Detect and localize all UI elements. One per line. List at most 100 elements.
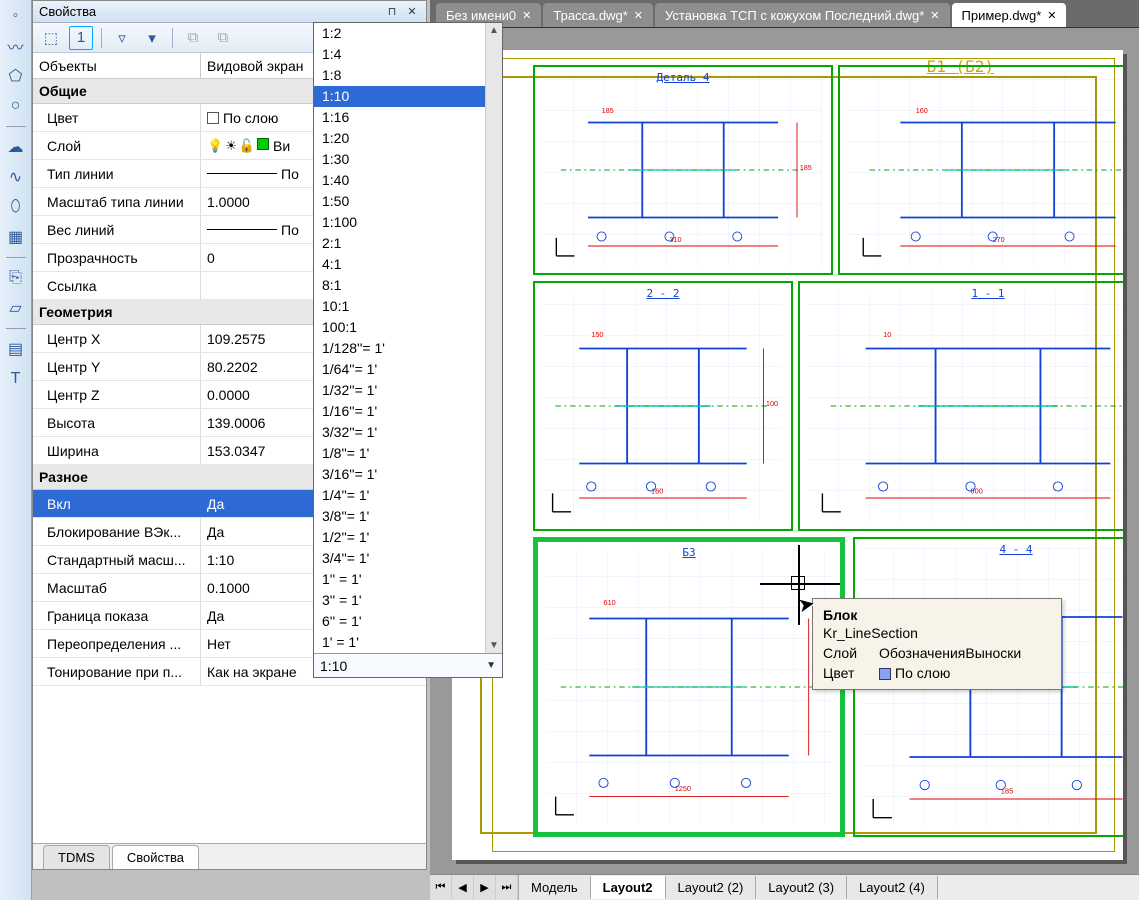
- nav-first-icon[interactable]: ⏮: [430, 875, 452, 900]
- nav-prev-icon[interactable]: ◀: [452, 875, 474, 900]
- svg-text:310: 310: [669, 235, 681, 244]
- scale-option[interactable]: 1:2: [314, 23, 502, 44]
- object-type-label: Объекты: [33, 53, 201, 78]
- scale-option[interactable]: 3/4''= 1': [314, 548, 502, 569]
- select-one-icon[interactable]: 1: [69, 26, 93, 50]
- color-swatch-icon: [207, 112, 219, 124]
- folder2-icon[interactable]: ⧉: [211, 26, 235, 50]
- scale-option[interactable]: 1/64''= 1': [314, 359, 502, 380]
- scale-option[interactable]: 1/128''= 1': [314, 338, 502, 359]
- tool-hatch-icon[interactable]: ▦: [4, 225, 28, 249]
- scale-option[interactable]: 1/8''= 1': [314, 443, 502, 464]
- tool-block-icon[interactable]: ⎘: [4, 266, 28, 290]
- layout-tab[interactable]: Layout2 (4): [847, 876, 938, 899]
- scrollbar[interactable]: [485, 23, 502, 653]
- tool-region-icon[interactable]: ▱: [4, 296, 28, 320]
- tool-cloud-icon[interactable]: ☁: [4, 135, 28, 159]
- pin-icon[interactable]: ⊓: [384, 5, 400, 19]
- close-icon[interactable]: ✕: [522, 9, 531, 22]
- tooltip-color-swatch-icon: [879, 668, 891, 680]
- close-icon[interactable]: ✕: [404, 5, 420, 19]
- scale-option[interactable]: 1:10: [314, 86, 502, 107]
- scale-option[interactable]: 2:1: [314, 233, 502, 254]
- tool-point-icon[interactable]: ◦: [4, 4, 28, 28]
- viewport[interactable]: 1 - 180033010: [798, 281, 1123, 531]
- tooltip-header: Блок: [823, 607, 1051, 623]
- entity-tooltip: Блок Kr_LineSection СлойОбозначенияВынос…: [812, 598, 1062, 690]
- tab-properties[interactable]: Свойства: [112, 845, 199, 869]
- left-tool-strip: ◦ 〰 ⬠ ○ ☁ ∿ ⬯ ▦ ⎘ ▱ ▤ T: [0, 0, 32, 900]
- tool-text-icon[interactable]: T: [4, 367, 28, 391]
- svg-text:610: 610: [604, 598, 616, 607]
- scale-dropdown[interactable]: 1:21:41:81:101:161:201:301:401:501:1002:…: [313, 22, 503, 678]
- scale-option[interactable]: 8:1: [314, 275, 502, 296]
- close-icon[interactable]: ✕: [634, 9, 643, 22]
- scale-option[interactable]: 3'' = 1': [314, 590, 502, 611]
- scale-option[interactable]: 6'' = 1': [314, 611, 502, 632]
- scale-option[interactable]: 1/4''= 1': [314, 485, 502, 506]
- close-icon[interactable]: ✕: [1047, 9, 1056, 22]
- scale-option[interactable]: 1:40: [314, 170, 502, 191]
- scale-option[interactable]: 3/32''= 1': [314, 422, 502, 443]
- scale-option[interactable]: 1/2''= 1': [314, 527, 502, 548]
- document-tabs: Без имени0✕Трасса.dwg*✕Установка ТСП с к…: [430, 0, 1139, 28]
- tab-tdms[interactable]: TDMS: [43, 845, 110, 869]
- svg-text:185: 185: [1001, 786, 1013, 795]
- panel-titlebar[interactable]: Свойства ⊓ ✕: [33, 1, 426, 23]
- scale-option[interactable]: 100:1: [314, 317, 502, 338]
- scale-option[interactable]: 1/32''= 1': [314, 380, 502, 401]
- doc-tab[interactable]: Трасса.dwg*✕: [543, 3, 653, 27]
- doc-tab[interactable]: Пример.dwg*✕: [952, 3, 1067, 27]
- scale-option[interactable]: 1:8: [314, 65, 502, 86]
- layout-nav: ⏮ ◀ ▶ ⏭: [430, 875, 519, 900]
- title-block-inner: Б1 (Б2) Деталь 43101851852705711602 - 21…: [492, 58, 1115, 852]
- scale-option[interactable]: 1'' = 1': [314, 569, 502, 590]
- nav-next-icon[interactable]: ▶: [474, 875, 496, 900]
- scale-option[interactable]: 1:20: [314, 128, 502, 149]
- close-icon[interactable]: ✕: [930, 9, 939, 22]
- tool-ellipse-icon[interactable]: ⬯: [4, 195, 28, 219]
- scale-option[interactable]: 10:1: [314, 296, 502, 317]
- doc-tab[interactable]: Установка ТСП с кожухом Последний.dwg*✕: [655, 3, 949, 27]
- scale-option[interactable]: 1:100: [314, 212, 502, 233]
- panel-bottom-tabs: TDMS Свойства: [33, 843, 426, 869]
- scale-option[interactable]: 1:4: [314, 44, 502, 65]
- layout-tab[interactable]: Layout2 (3): [756, 876, 847, 899]
- tool-table-icon[interactable]: ▤: [4, 337, 28, 361]
- scale-option[interactable]: 1:16: [314, 107, 502, 128]
- quick-select-icon[interactable]: ⬚: [39, 26, 63, 50]
- tooltip-name: Kr_LineSection: [823, 625, 1051, 641]
- scale-option[interactable]: 1/16''= 1': [314, 401, 502, 422]
- layout-tab[interactable]: Layout2 (2): [666, 876, 757, 899]
- filter-icon[interactable]: ▿: [110, 26, 134, 50]
- scale-option[interactable]: 1' = 1': [314, 632, 502, 653]
- svg-text:150: 150: [591, 330, 603, 339]
- scale-option[interactable]: 3/8''= 1': [314, 506, 502, 527]
- chevron-down-icon: ▼: [486, 660, 496, 671]
- drawing-area[interactable]: Б1 (Б2) Деталь 43101851852705711602 - 21…: [430, 28, 1139, 874]
- funnel-icon[interactable]: ▾: [140, 26, 164, 50]
- scale-option[interactable]: 1:50: [314, 191, 502, 212]
- layout-tab[interactable]: Модель: [519, 876, 591, 899]
- scale-option[interactable]: 4:1: [314, 254, 502, 275]
- tool-circle-icon[interactable]: ○: [4, 94, 28, 118]
- scale-selected-row[interactable]: 1:10 ▼: [314, 653, 502, 677]
- nav-last-icon[interactable]: ⏭: [496, 875, 518, 900]
- layout-tab[interactable]: Layout2: [591, 876, 666, 899]
- svg-text:160: 160: [916, 106, 928, 115]
- svg-text:1250: 1250: [675, 784, 691, 793]
- folder-icon[interactable]: ⧉: [181, 26, 205, 50]
- paper-sheet: Б1 (Б2) Деталь 43101851852705711602 - 21…: [452, 50, 1123, 860]
- bulb-icon: 💡: [207, 138, 223, 154]
- svg-text:185: 185: [602, 106, 614, 115]
- viewport[interactable]: 270571160: [838, 65, 1123, 275]
- viewport[interactable]: 2 - 2160100150: [533, 281, 793, 531]
- layout-tabs: ⏮ ◀ ▶ ⏭ МодельLayout2Layout2 (2)Layout2 …: [430, 874, 1139, 900]
- tool-polygon-icon[interactable]: ⬠: [4, 64, 28, 88]
- svg-text:100: 100: [766, 399, 778, 408]
- tool-spline-icon[interactable]: ∿: [4, 165, 28, 189]
- viewport[interactable]: Деталь 4310185185: [533, 65, 833, 275]
- scale-option[interactable]: 1:30: [314, 149, 502, 170]
- scale-option[interactable]: 3/16''= 1': [314, 464, 502, 485]
- tool-polyline-icon[interactable]: 〰: [4, 34, 28, 58]
